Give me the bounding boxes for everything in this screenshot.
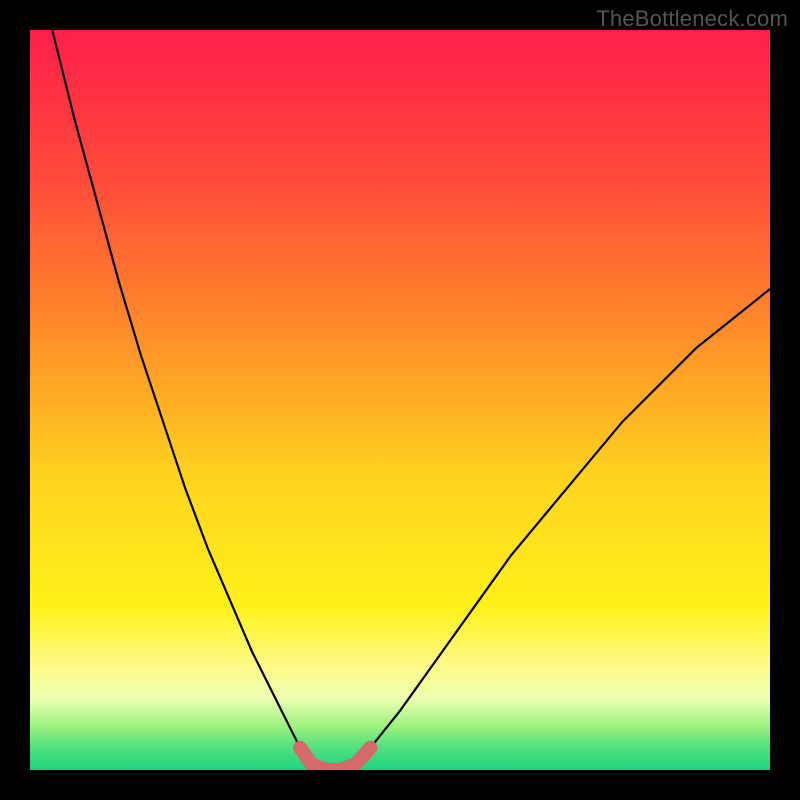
watermark-text: TheBottleneck.com <box>596 6 788 32</box>
left-curve <box>52 30 300 748</box>
plot-area <box>30 30 770 770</box>
chart-frame: TheBottleneck.com <box>0 0 800 800</box>
curve-layer <box>30 30 770 770</box>
right-curve <box>370 289 770 748</box>
trough-highlight <box>300 748 370 770</box>
